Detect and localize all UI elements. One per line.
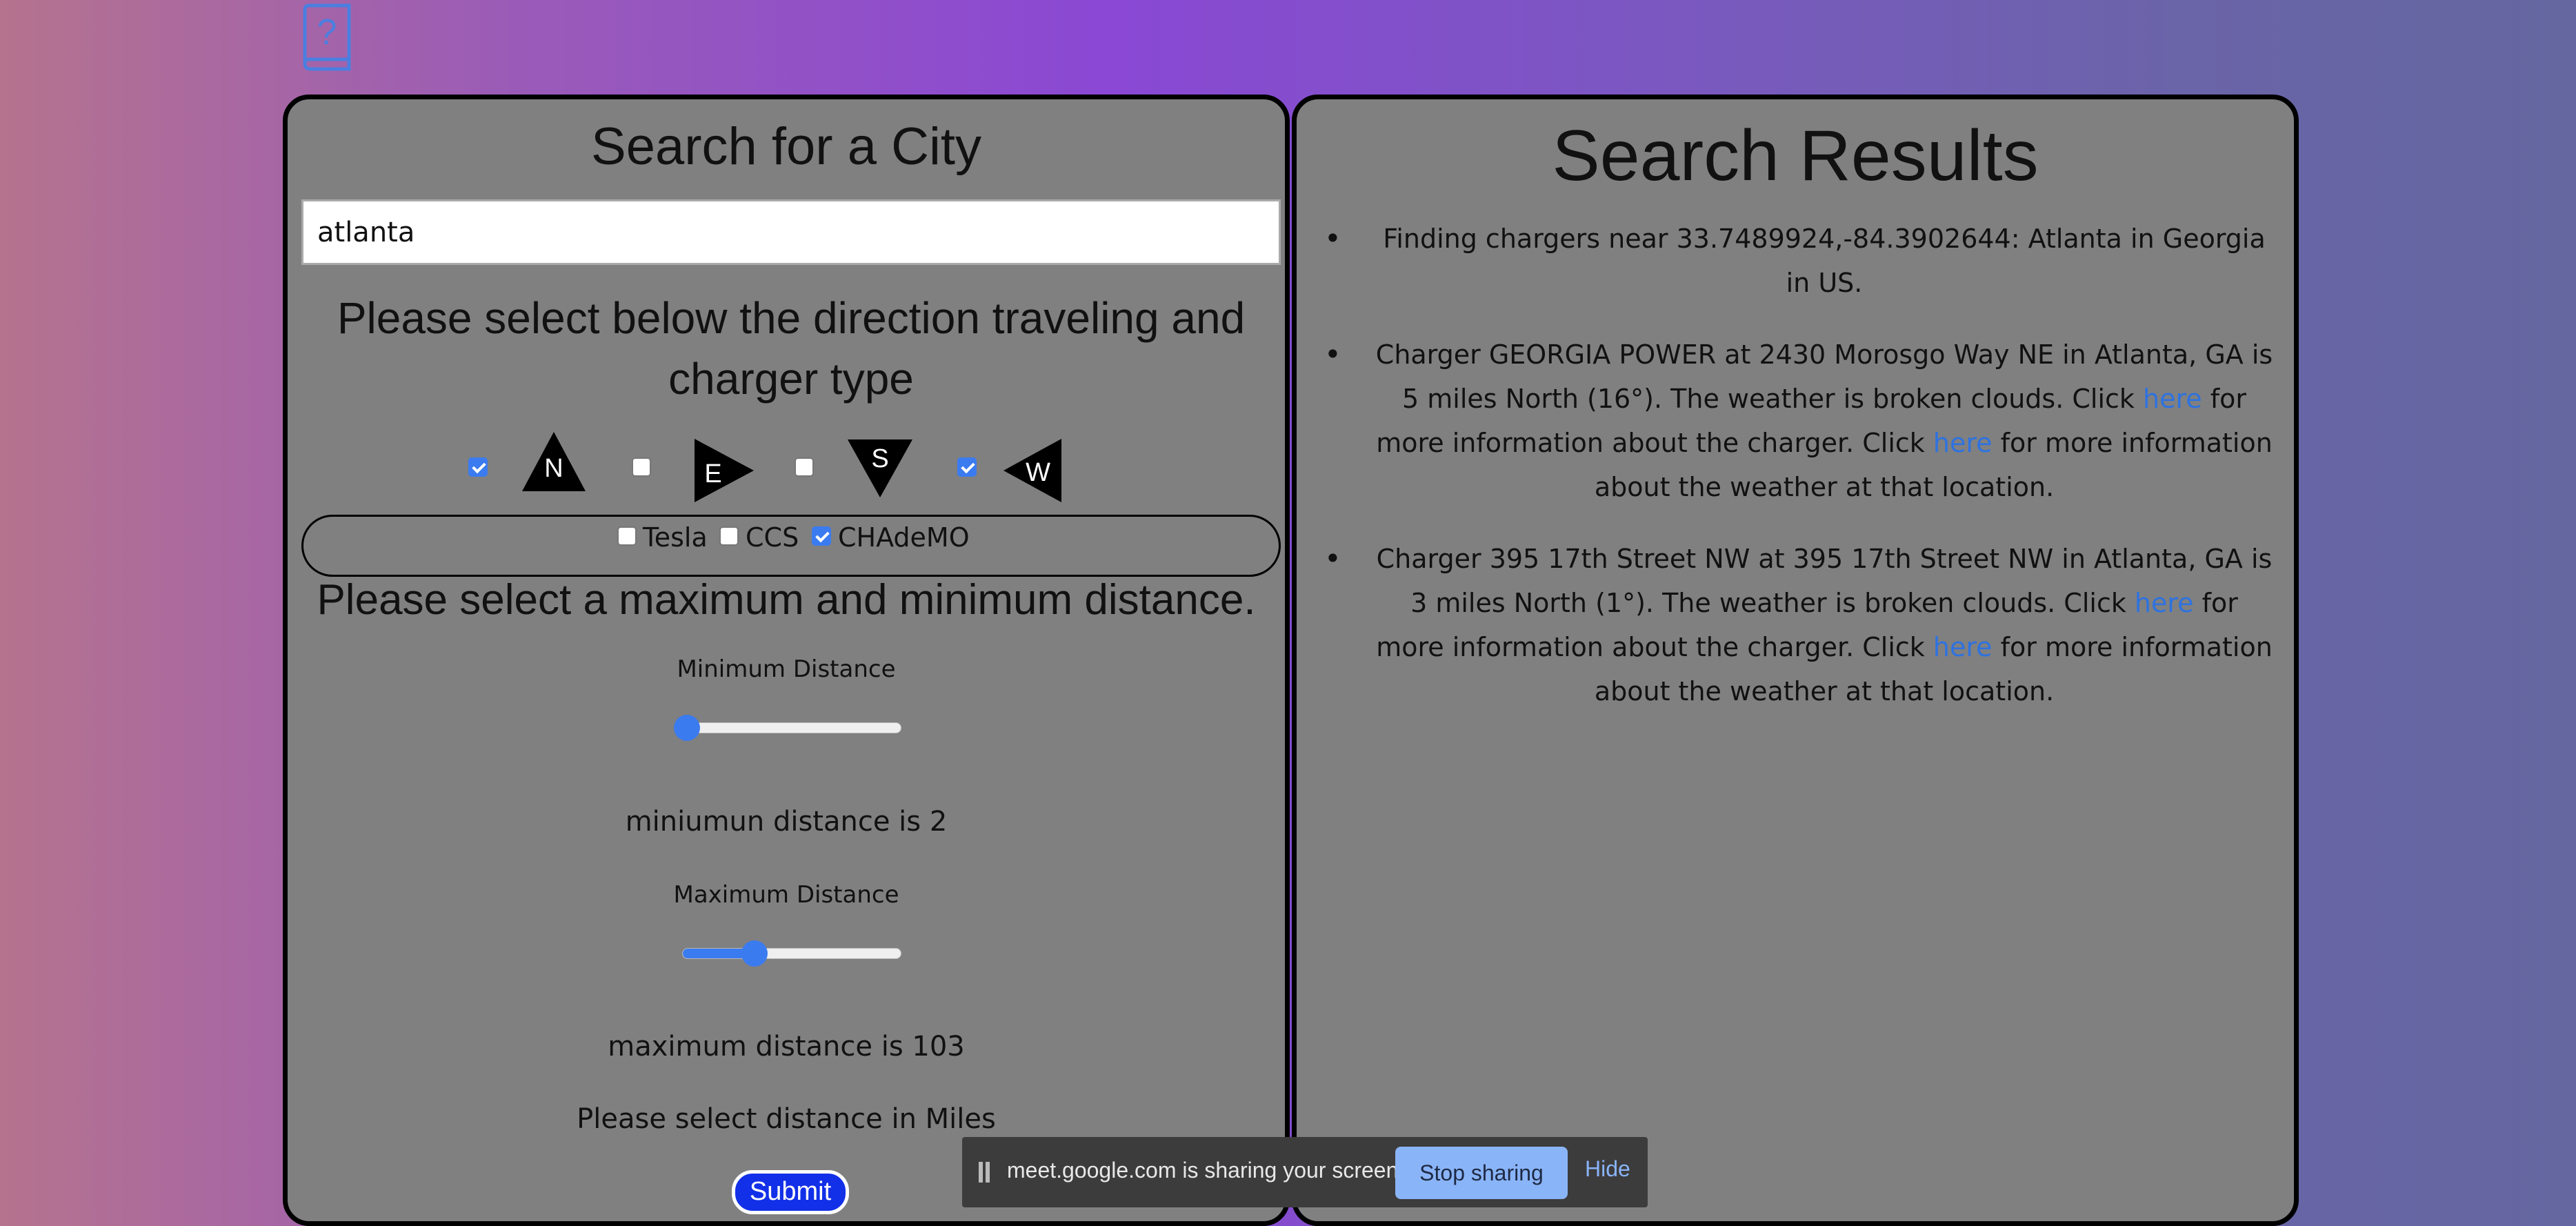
direction-south-checkbox[interactable]	[795, 457, 814, 477]
min-distance-label: Minimum Distance	[677, 655, 896, 683]
search-panel: Search for a City Please select below th…	[283, 95, 1290, 1226]
ccs-label: CCS	[746, 522, 799, 553]
result-item: Finding chargers near 33.7489924,-84.390…	[1324, 217, 2276, 305]
direction-west-checkbox[interactable]	[957, 457, 977, 477]
pause-icon	[977, 1162, 991, 1183]
max-distance-label: Maximum Distance	[673, 881, 899, 909]
units-note: Please select distance in Miles	[577, 1103, 996, 1135]
results-list: Finding chargers near 33.7489924,-84.390…	[1324, 217, 2276, 741]
min-distance-thumb[interactable]	[674, 715, 701, 741]
result-text: Charger GEORGIA POWER at 2430 Morosgo Wa…	[1375, 339, 2273, 414]
direction-north-checkbox[interactable]	[468, 457, 488, 477]
north-label: N	[544, 454, 563, 483]
south-label: S	[871, 444, 889, 473]
ccs-checkbox[interactable]	[719, 526, 739, 546]
tesla-checkbox[interactable]	[617, 526, 637, 546]
max-distance-thumb[interactable]	[741, 940, 768, 967]
max-distance-value: maximum distance is 103	[608, 1031, 965, 1062]
charger-type-group: Tesla CCS CHAdeMO	[301, 515, 1281, 577]
chademo-label: CHAdeMO	[838, 522, 970, 553]
direction-east-checkbox[interactable]	[632, 457, 651, 477]
svg-text:?: ?	[317, 12, 337, 52]
max-distance-slider[interactable]	[682, 940, 901, 967]
direction-instructions: Please select below the direction travel…	[337, 293, 1246, 404]
more-info-link[interactable]: here	[2143, 384, 2202, 414]
tesla-label: Tesla	[643, 522, 708, 553]
results-title: Search Results	[1552, 116, 2039, 196]
screen-share-bar: meet.google.com is sharing your screen. …	[962, 1137, 1648, 1207]
min-distance-value: miniumun distance is 2	[625, 806, 948, 838]
submit-button[interactable]: Submit	[732, 1170, 849, 1214]
west-label: W	[1026, 458, 1050, 487]
east-label: E	[704, 459, 722, 488]
more-info-link[interactable]: here	[1933, 632, 1993, 662]
result-item: Charger 395 17th Street NW at 395 17th S…	[1324, 537, 2276, 713]
result-item: Charger GEORGIA POWER at 2430 Morosgo Wa…	[1324, 333, 2276, 509]
more-info-link[interactable]: here	[2135, 588, 2194, 618]
search-title: Search for a City	[591, 117, 981, 176]
share-status-text: meet.google.com is sharing your screen.	[1007, 1158, 1405, 1183]
hide-button[interactable]: Hide	[1585, 1156, 1630, 1182]
city-search-input[interactable]	[301, 199, 1281, 265]
stop-sharing-button[interactable]: Stop sharing	[1395, 1147, 1568, 1199]
result-text: Finding chargers near 33.7489924,-84.390…	[1383, 224, 2266, 298]
min-distance-slider[interactable]	[674, 715, 901, 741]
distance-prompt: Please select a maximum and minimum dist…	[317, 576, 1256, 624]
chademo-checkbox[interactable]	[812, 526, 831, 546]
more-info-link[interactable]: here	[1933, 428, 1993, 458]
results-panel: Search Results Finding chargers near 33.…	[1292, 95, 2299, 1226]
help-book-icon[interactable]: ?	[298, 3, 353, 72]
